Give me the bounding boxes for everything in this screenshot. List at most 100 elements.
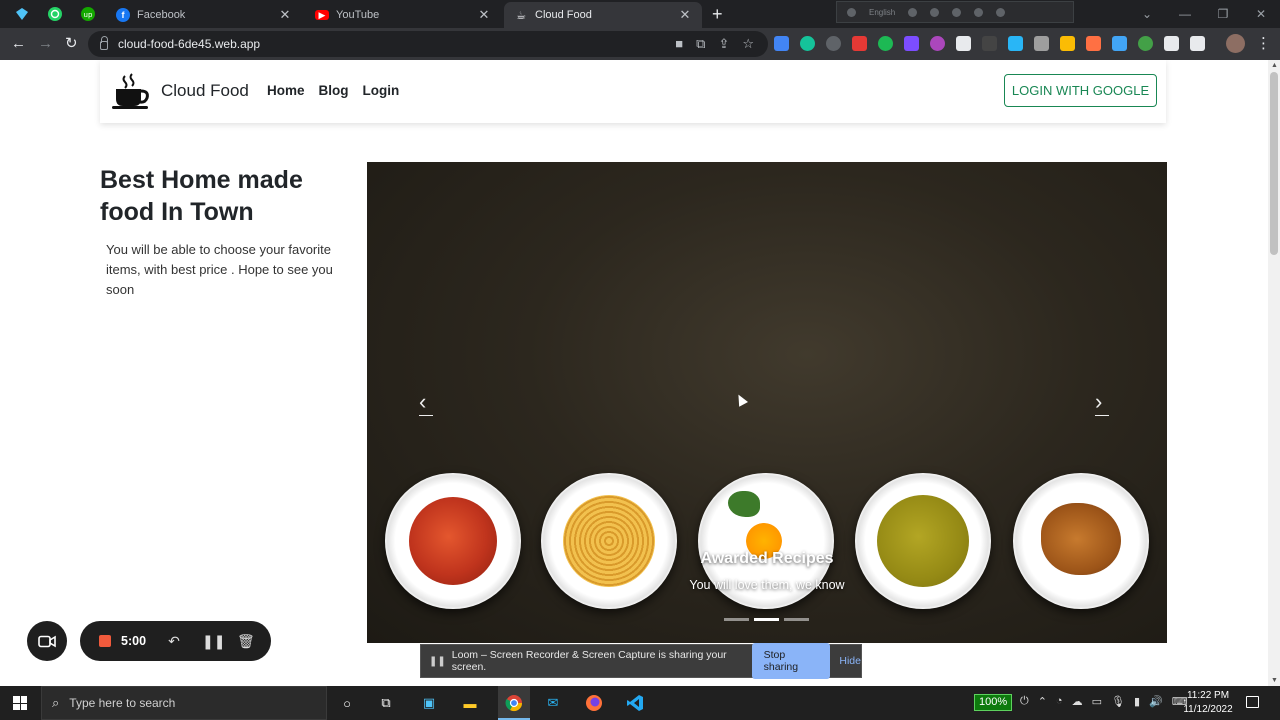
restore-icon[interactable]: ❐ bbox=[1204, 0, 1242, 28]
chevron-left-icon[interactable]: ‹ bbox=[419, 390, 434, 416]
lock-icon[interactable] bbox=[100, 36, 108, 50]
scroll-up-icon[interactable]: ▲ bbox=[1271, 62, 1278, 69]
translate-icon[interactable]: ⧉ bbox=[696, 36, 705, 52]
extension-icon[interactable] bbox=[1112, 36, 1127, 51]
translate-extension-icon[interactable] bbox=[774, 36, 789, 51]
pinned-tab-whatsapp[interactable] bbox=[43, 4, 67, 24]
vscode-icon[interactable] bbox=[626, 694, 644, 712]
sidebar-icon[interactable] bbox=[1190, 36, 1205, 51]
extension-icon[interactable] bbox=[956, 36, 971, 51]
loom-camera-button[interactable] bbox=[27, 621, 67, 661]
tab-cloud-food[interactable]: ☕ Cloud Food ✕ bbox=[504, 2, 702, 28]
undo-icon[interactable]: ↶ bbox=[167, 633, 181, 650]
extension-icon[interactable] bbox=[930, 7, 940, 17]
chevron-right-icon[interactable]: › bbox=[1095, 390, 1110, 416]
close-icon[interactable]: ✕ bbox=[278, 7, 292, 23]
battery-indicator[interactable]: 100% bbox=[974, 694, 1013, 711]
extension-icon[interactable] bbox=[852, 36, 867, 51]
tab-title: Facebook bbox=[137, 9, 186, 21]
puzzle-icon[interactable] bbox=[1164, 36, 1179, 51]
plug-icon[interactable]: ⏻ bbox=[1020, 695, 1029, 708]
snipping-tool-icon[interactable]: ▣ bbox=[420, 694, 438, 712]
carousel-indicator[interactable] bbox=[724, 618, 749, 621]
taskbar-search[interactable]: ⌕ Type here to search bbox=[41, 686, 327, 720]
chrome-icon[interactable] bbox=[505, 694, 523, 712]
wordpress-icon[interactable] bbox=[826, 36, 841, 51]
carousel-indicator-active[interactable] bbox=[754, 618, 779, 621]
extension-icon[interactable] bbox=[847, 7, 856, 17]
taskbar-clock[interactable]: 11:22 PM 11/12/2022 bbox=[1176, 689, 1240, 717]
food-carousel: Awarded Recipes You will love them, we k… bbox=[367, 162, 1167, 643]
stop-recording-icon[interactable] bbox=[99, 635, 111, 647]
youtube-icon: ▶ bbox=[315, 10, 329, 20]
camera-icon[interactable]: ■ bbox=[675, 36, 683, 52]
scrollbar-thumb[interactable] bbox=[1270, 72, 1278, 255]
extension-icon[interactable] bbox=[974, 7, 984, 17]
extension-icon[interactable] bbox=[878, 36, 893, 51]
tab-youtube[interactable]: ▶ YouTube ✕ bbox=[305, 2, 501, 28]
trash-icon[interactable]: 🗑 bbox=[237, 633, 255, 650]
profile-avatar[interactable] bbox=[1226, 34, 1245, 53]
mail-icon[interactable]: ✉ bbox=[544, 694, 562, 712]
extension-icon[interactable] bbox=[1008, 36, 1023, 51]
search-placeholder: Type here to search bbox=[69, 696, 176, 710]
recording-timer: 5:00 bbox=[121, 634, 147, 648]
more-menu-icon[interactable]: ⋮ bbox=[1256, 34, 1271, 52]
hide-button[interactable]: Hide bbox=[839, 655, 861, 667]
extension-icon[interactable] bbox=[908, 7, 918, 17]
extension-icon[interactable] bbox=[904, 36, 919, 51]
notification-icon[interactable] bbox=[1246, 696, 1259, 708]
brand-name: Cloud Food bbox=[161, 81, 249, 100]
carousel-indicator[interactable] bbox=[784, 618, 809, 621]
pinned-tab-upwork[interactable]: up bbox=[76, 4, 100, 24]
reload-icon[interactable]: ↻ bbox=[65, 34, 78, 54]
page-scrollbar[interactable]: ▲ ▼ bbox=[1268, 60, 1280, 686]
back-arrow-icon[interactable]: ← bbox=[11, 34, 26, 54]
nav-link-login[interactable]: Login bbox=[363, 83, 400, 98]
minimize-icon[interactable]: — bbox=[1166, 0, 1204, 28]
extension-icon[interactable] bbox=[952, 7, 962, 17]
extension-icon[interactable] bbox=[930, 36, 945, 51]
system-tray: ⏻ ⌃ ◔ ☁ ▭ 🎙 ▮ 🔊 ⌨ bbox=[1020, 695, 1188, 708]
share-icon[interactable]: ⇪ bbox=[718, 36, 729, 52]
task-view-icon[interactable]: ⧉ bbox=[377, 694, 395, 712]
cortana-icon[interactable]: ○ bbox=[338, 694, 356, 712]
forward-arrow-icon[interactable]: → bbox=[38, 34, 53, 54]
grammarly-icon[interactable] bbox=[800, 36, 815, 51]
new-tab-button[interactable]: + bbox=[712, 5, 723, 23]
extension-icon[interactable] bbox=[1060, 36, 1075, 51]
firefox-icon[interactable] bbox=[585, 694, 603, 712]
screen-share-bar: ❚❚ Loom – Screen Recorder & Screen Captu… bbox=[420, 643, 862, 679]
address-bar[interactable]: cloud-food-6de45.web.app ■ ⧉ ⇪ ☆ bbox=[88, 31, 768, 57]
scroll-down-icon[interactable]: ▼ bbox=[1271, 677, 1278, 684]
file-explorer-icon[interactable]: ▬ bbox=[461, 694, 479, 712]
close-icon[interactable]: ✕ bbox=[1242, 0, 1280, 28]
tab-title: Cloud Food bbox=[535, 9, 592, 21]
chevron-down-icon[interactable]: ⌄ bbox=[1128, 0, 1166, 28]
microphone-icon[interactable]: 🎙 bbox=[1111, 695, 1125, 708]
extension-icon[interactable] bbox=[1138, 36, 1153, 51]
extension-icon[interactable] bbox=[1086, 36, 1101, 51]
brand-link[interactable]: Cloud Food bbox=[111, 72, 249, 110]
volume-icon[interactable]: 🔊 bbox=[1149, 695, 1163, 708]
battery-icon[interactable]: ▮ bbox=[1134, 695, 1140, 708]
star-icon[interactable]: ☆ bbox=[742, 36, 754, 52]
chevron-up-icon[interactable]: ⌃ bbox=[1038, 695, 1047, 708]
pinned-tab-extension[interactable] bbox=[10, 4, 34, 24]
network-icon[interactable]: ◔ bbox=[1056, 695, 1063, 708]
onedrive-icon[interactable]: ☁ bbox=[1072, 695, 1083, 708]
close-icon[interactable]: ✕ bbox=[678, 7, 692, 23]
login-with-google-button[interactable]: LOGIN WITH GOOGLE bbox=[1004, 74, 1157, 107]
tab-facebook[interactable]: f Facebook ✕ bbox=[106, 2, 302, 28]
extension-icon[interactable] bbox=[982, 36, 997, 51]
extension-icon[interactable] bbox=[996, 7, 1006, 17]
nav-link-blog[interactable]: Blog bbox=[319, 83, 349, 98]
meet-now-icon[interactable]: ▭ bbox=[1092, 695, 1102, 708]
stop-sharing-button[interactable]: Stop sharing bbox=[751, 643, 831, 679]
pause-icon[interactable]: ❚❚ bbox=[202, 633, 225, 650]
extension-icon[interactable] bbox=[1034, 36, 1049, 51]
url-text[interactable]: cloud-food-6de45.web.app bbox=[118, 37, 260, 51]
windows-start-icon[interactable] bbox=[13, 696, 27, 710]
close-icon[interactable]: ✕ bbox=[477, 7, 491, 23]
nav-link-home[interactable]: Home bbox=[267, 83, 305, 98]
